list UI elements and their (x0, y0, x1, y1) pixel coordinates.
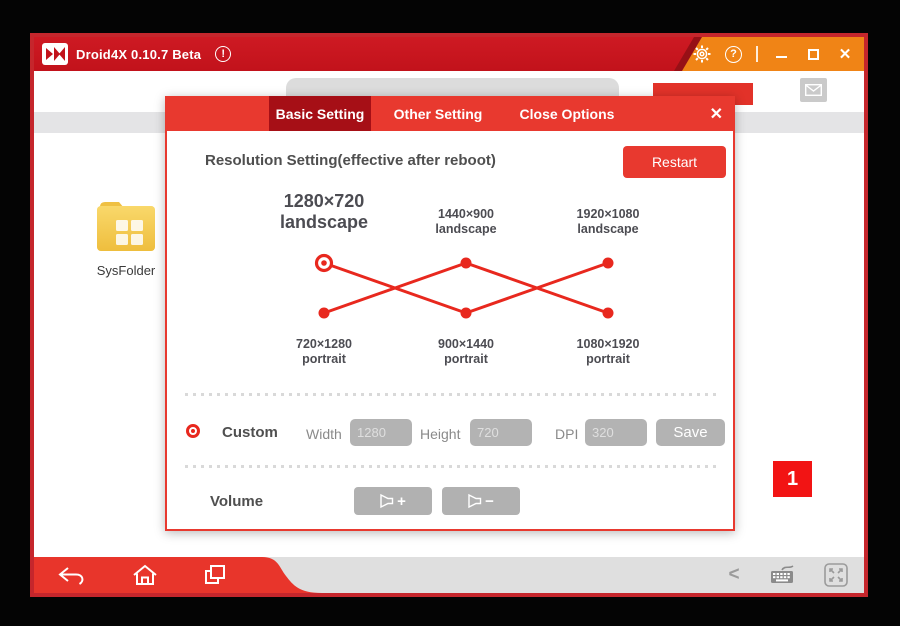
tab-other-setting[interactable]: Other Setting (379, 96, 497, 131)
resolution-diagram (167, 251, 737, 326)
restart-button[interactable]: Restart (623, 146, 726, 178)
home-icon[interactable] (127, 557, 163, 593)
titlebar: Droid4X 0.10.7 Beta ! (34, 37, 864, 71)
window-title: Droid4X 0.10.7 Beta (76, 47, 201, 62)
resolution-node[interactable] (461, 258, 472, 269)
dialog-body: Resolution Setting(effective after reboo… (165, 131, 735, 531)
content-area: SysFolder 1 Basic Setting Other Setting … (34, 71, 864, 557)
separator (185, 465, 719, 468)
resolution-option-720x1280[interactable]: 720×1280 portrait (296, 337, 352, 367)
settings-dialog: Basic Setting Other Setting Close Option… (165, 96, 735, 531)
help-icon[interactable]: ? (725, 46, 742, 63)
screen: Droid4X 0.10.7 Beta ! (0, 0, 900, 626)
settings-gear-icon[interactable] (693, 45, 711, 63)
height-label: Height (420, 426, 460, 442)
width-label: Width (306, 426, 342, 442)
resolution-heading: Resolution Setting(effective after reboo… (205, 152, 496, 169)
info-icon[interactable]: ! (215, 46, 231, 62)
dpi-input[interactable] (585, 419, 647, 446)
fullscreen-icon[interactable] (818, 557, 854, 593)
minimize-button[interactable] (772, 45, 790, 63)
tab-basic-setting[interactable]: Basic Setting (269, 96, 371, 131)
speaker-icon (380, 493, 394, 509)
tab-close-options[interactable]: Close Options (501, 96, 633, 131)
dialog-close-icon[interactable]: ✕ (710, 96, 723, 131)
width-input[interactable] (350, 419, 412, 446)
volume-label: Volume (210, 493, 263, 510)
sysfolder-shortcut[interactable]: SysFolder (93, 197, 159, 278)
window-close-button[interactable]: ✕ (836, 45, 854, 63)
folder-icon (94, 197, 158, 260)
volume-down-button[interactable]: − (442, 487, 520, 515)
back-icon[interactable] (53, 557, 89, 593)
keyboard-icon[interactable] (764, 557, 800, 593)
background-tabstrip (286, 78, 619, 98)
recents-icon[interactable] (197, 557, 233, 593)
save-button[interactable]: Save (656, 419, 725, 446)
droid4x-logo (42, 43, 68, 65)
custom-radio[interactable] (186, 424, 200, 438)
volume-up-button[interactable]: + (354, 487, 432, 515)
resolution-option-1440x900[interactable]: 1440×900 landscape (435, 207, 496, 237)
resolution-node-selected-center (321, 260, 327, 266)
maximize-button[interactable] (804, 45, 822, 63)
resolution-option-900x1440[interactable]: 900×1440 portrait (438, 337, 494, 367)
titlebar-divider (756, 46, 758, 62)
resolution-node[interactable] (603, 258, 614, 269)
resolution-node[interactable] (319, 308, 330, 319)
separator (185, 393, 719, 396)
resolution-option-1920x1080[interactable]: 1920×1080 landscape (577, 207, 640, 237)
key-badge[interactable]: 1 (773, 461, 812, 497)
resolution-option-1280x720[interactable]: 1280×720 landscape (280, 191, 368, 233)
dpi-label: DPI (555, 426, 578, 442)
collapse-chevron-icon[interactable]: < (716, 557, 752, 593)
resolution-node[interactable] (603, 308, 614, 319)
height-input[interactable] (470, 419, 532, 446)
resolution-option-1080x1920[interactable]: 1080×1920 portrait (577, 337, 640, 367)
speaker-icon (468, 493, 482, 509)
app-window: Droid4X 0.10.7 Beta ! (30, 33, 868, 597)
navbar: < (34, 557, 864, 593)
resolution-node[interactable] (461, 308, 472, 319)
dialog-tabbar: Basic Setting Other Setting Close Option… (165, 96, 735, 131)
mail-icon[interactable] (800, 78, 827, 102)
folder-label: SysFolder (93, 263, 159, 278)
custom-label: Custom (222, 424, 278, 441)
